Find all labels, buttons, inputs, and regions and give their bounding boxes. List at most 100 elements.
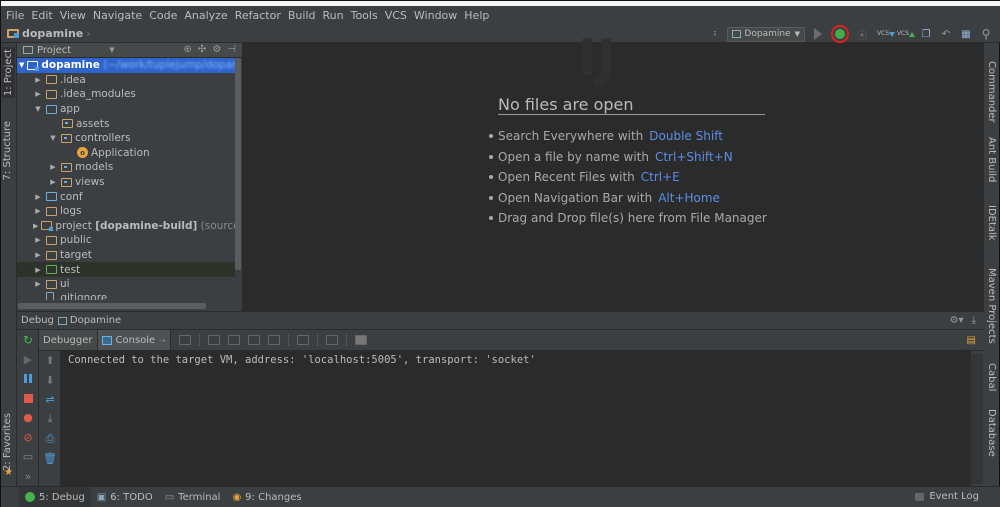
resume-icon[interactable]: ▶ [17,350,39,370]
tree-node-dopamine[interactable]: ▼ dopamine (~/work/tuplejump/dopamine [17,58,235,73]
collapse-arrow-icon[interactable]: ▶ [33,280,43,288]
menu-view[interactable]: View [60,9,86,22]
tree-node-app[interactable]: ▼ app [17,102,235,117]
menu-file[interactable]: File [6,9,24,22]
tree-node-idea[interactable]: ▶ .idea [17,73,235,88]
console-output[interactable]: Connected to the target VM, address: 'lo… [61,351,971,486]
rerun-icon[interactable]: ↻ [17,330,39,350]
project-panel-header[interactable]: Project ▼ ⊕ ✣ ⚙ ⊣ [17,43,242,58]
menu-build[interactable]: Build [288,9,316,22]
more-icon[interactable]: » [17,467,39,487]
menu-window[interactable]: Window [414,9,457,22]
tab-debug[interactable]: 5: Debug [19,487,91,507]
menu-analyze[interactable]: Analyze [184,9,227,22]
menu-vcs[interactable]: VCS [385,9,407,22]
hide-panel-icon[interactable]: ⤓ [972,315,976,326]
tab-favorites[interactable]: 2: Favorites [2,413,13,471]
tree-node-controllers[interactable]: ▼ controllers [17,131,235,146]
step-over-icon[interactable] [207,335,220,345]
tab-terminal[interactable]: ▭ Terminal [159,487,227,507]
tab-project[interactable]: 1: Project [2,47,15,99]
tree-node-public[interactable]: ▶ public [17,233,235,248]
collapse-arrow-icon[interactable]: ▶ [33,222,38,230]
stop-tracing-icon[interactable] [354,335,367,345]
collapse-arrow-icon[interactable]: ▶ [48,178,58,186]
expand-arrow-icon[interactable]: ▼ [48,134,58,142]
tree-node-target[interactable]: ▶ target [17,248,235,263]
up-arrow-icon[interactable]: ⬆ [39,351,61,371]
tree-node-conf[interactable]: ▶ conf [17,189,235,204]
debug-button[interactable] [831,25,849,43]
tree-vertical-scrollbar[interactable] [235,58,241,270]
tab-structure[interactable]: 7: Structure [2,121,13,180]
collapse-arrow-icon[interactable]: ▶ [33,236,43,244]
console-scrollbar[interactable] [971,354,983,484]
revert-icon[interactable]: ↶ [939,27,953,41]
collapse-all-icon[interactable]: ✣ [198,44,206,55]
evaluate-expression-icon[interactable] [325,335,338,345]
debug-session-tab[interactable]: Dopamine [70,315,121,326]
tab-debugger[interactable]: Debugger [39,330,98,350]
project-structure-icon[interactable]: ▦ [959,27,973,41]
gear-icon[interactable]: ⚙▾ [950,315,964,326]
search-icon[interactable]: ⚲ [979,27,993,41]
tab-cabal[interactable]: Cabal [986,363,997,391]
clear-all-icon[interactable]: 🗑 [39,449,61,469]
collapse-arrow-icon[interactable]: ▶ [33,193,43,201]
menu-refactor[interactable]: Refactor [235,9,281,22]
stop-button[interactable] [17,389,39,409]
soft-wrap-icon[interactable]: ⇌ [39,390,61,410]
gear-icon[interactable]: ⚙ [212,44,221,55]
mute-breakpoints-icon[interactable]: ⊘ [17,428,39,448]
view-breakpoints-icon[interactable]: ● [17,408,39,428]
collapse-arrow-icon[interactable]: ▶ [33,90,43,98]
tree-node-application[interactable]: o Application [17,146,235,161]
scroll-from-source-icon[interactable]: ⊕ [184,44,192,55]
layout-settings-icon[interactable]: ▤ [967,335,976,346]
breadcrumb-project[interactable]: dopamine [22,27,83,40]
tab-todo[interactable]: ▣ 6: TODO [91,487,159,507]
tab-console[interactable]: Console ⇢ [97,330,171,350]
tree-node-assets[interactable]: assets [17,116,235,131]
vcs-update-button[interactable]: VCS [877,27,896,41]
history-icon[interactable]: ❐ [919,27,933,41]
scroll-to-end-icon[interactable]: ⤓ [39,410,61,430]
restore-layout-icon[interactable]: ▭ [17,447,39,467]
hide-panel-icon[interactable]: ⊣ [227,44,236,55]
print-icon[interactable]: ⎙ [39,429,61,449]
tab-database[interactable]: Database [986,409,997,457]
tree-node-views[interactable]: ▶ views [17,175,235,190]
tab-idetalk[interactable]: IDEtalk [986,205,997,241]
tree-node-project[interactable]: ▶ project [dopamine-build] (sources [17,219,235,234]
tree-node-gitignore[interactable]: .gitignore [17,291,235,300]
menu-tools[interactable]: Tools [351,9,378,22]
expand-arrow-icon[interactable]: ▼ [19,61,24,69]
tree-node-idea-modules[interactable]: ▶ .idea_modules [17,87,235,102]
tab-commander[interactable]: Commander [986,61,997,123]
force-step-into-icon[interactable] [247,335,260,345]
step-out-icon[interactable] [267,335,280,345]
tab-maven-projects[interactable]: Maven Projects [986,268,997,344]
expand-arrow-icon[interactable]: ▼ [33,105,43,113]
build-project-icon[interactable]: ⁝⁝ [707,27,721,41]
tree-node-test[interactable]: ▶ test [17,262,235,277]
menu-code[interactable]: Code [149,9,177,22]
pause-button[interactable] [17,369,39,389]
tree-node-logs[interactable]: ▶ logs [17,204,235,219]
tab-ant-build[interactable]: Ant Build [986,137,997,182]
tree-node-models[interactable]: ▶ models [17,160,235,175]
pin-icon[interactable]: ⇢ [159,336,166,345]
collapse-arrow-icon[interactable]: ▶ [48,163,58,171]
run-button[interactable] [811,27,825,41]
collapse-arrow-icon[interactable]: ▶ [33,251,43,259]
show-execution-point-icon[interactable] [178,335,191,345]
collapse-arrow-icon[interactable]: ▶ [33,266,43,274]
collapse-arrow-icon[interactable]: ▶ [33,207,43,215]
menu-navigate[interactable]: Navigate [93,9,142,22]
step-into-icon[interactable] [227,335,240,345]
breadcrumb[interactable]: dopamine › [1,27,91,40]
down-arrow-icon[interactable]: ⬇ [39,371,61,391]
attach-debugger-icon[interactable]: ⦿ [855,27,869,42]
drop-frame-icon[interactable] [296,335,309,345]
tab-changes[interactable]: ◉ 9: Changes [226,487,307,507]
